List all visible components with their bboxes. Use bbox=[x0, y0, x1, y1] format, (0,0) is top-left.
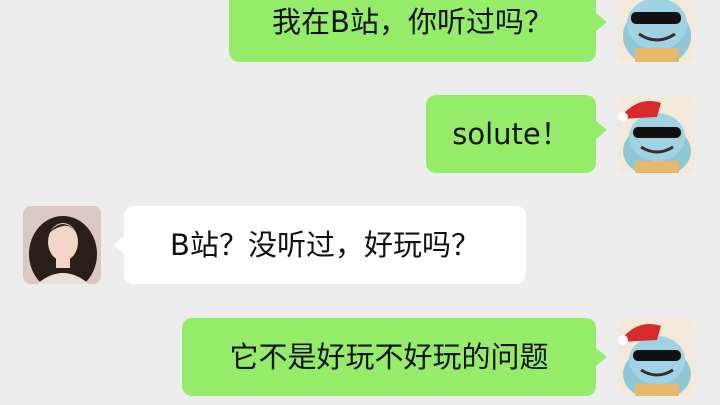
message-bubble[interactable]: 它不是好玩不好玩的问题 bbox=[182, 318, 596, 396]
squirtle-sunglasses-avatar[interactable] bbox=[617, 318, 695, 396]
squirtle-santa-avatar-icon bbox=[617, 318, 695, 396]
message-text: 我在B站，你听过吗？ bbox=[272, 4, 553, 39]
squirtle-avatar-icon bbox=[617, 0, 695, 62]
message-text: 它不是好玩不好玩的问题 bbox=[229, 339, 549, 374]
message-row: 我在B站，你听过吗？ bbox=[0, 0, 720, 62]
squirtle-sunglasses-avatar[interactable] bbox=[617, 0, 695, 62]
bubble-tail bbox=[113, 236, 124, 254]
message-row: B站？没听过，好玩吗？ bbox=[0, 206, 720, 286]
message-bubble[interactable]: solute！ bbox=[426, 95, 596, 173]
bubble-tail bbox=[596, 13, 607, 31]
squirtle-sunglasses-avatar[interactable] bbox=[617, 95, 695, 173]
girl-portrait-icon bbox=[23, 206, 101, 284]
message-text: solute！ bbox=[452, 116, 570, 151]
bubble-tail bbox=[596, 348, 607, 366]
message-row: 它不是好玩不好玩的问题 bbox=[0, 318, 720, 398]
message-bubble[interactable]: B站？没听过，好玩吗？ bbox=[124, 206, 526, 284]
girl-portrait-avatar[interactable] bbox=[23, 206, 101, 284]
bubble-tail bbox=[596, 121, 607, 139]
message-text: B站？没听过，好玩吗？ bbox=[170, 227, 480, 262]
message-row: solute！ bbox=[0, 93, 720, 173]
squirtle-santa-avatar-icon bbox=[617, 95, 695, 173]
message-bubble[interactable]: 我在B站，你听过吗？ bbox=[229, 0, 596, 62]
